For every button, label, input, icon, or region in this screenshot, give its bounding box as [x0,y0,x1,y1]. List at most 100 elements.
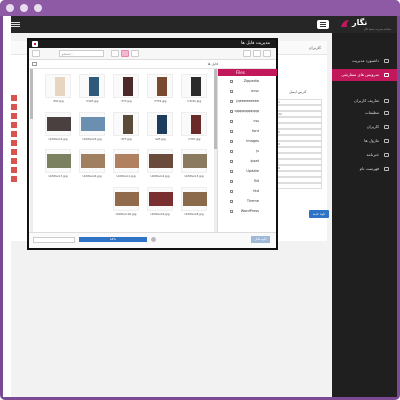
delete-icon[interactable] [11,95,17,101]
delete-icon[interactable] [11,140,17,146]
file-item[interactable]: ۱۹۲۳.jpg [111,111,141,146]
file-manager-dialog: مدیریت فایل ها جستجو... فایل ها Files Zi… [27,38,278,250]
file-thumbnail [79,74,105,98]
tree-item-label: Bit [254,179,259,183]
poster-image [123,77,133,96]
file-item[interactable]: Untitled-4.jpg [43,111,73,146]
file-name: Untitled-3.jpg [184,174,204,178]
delete-icon[interactable] [11,104,17,110]
list-icon [384,167,389,171]
user-menu-icon[interactable] [11,22,20,27]
sidebar-item-names[interactable]: فهرست نام [332,163,397,175]
tree-item[interactable]: font [218,128,277,135]
sidebar-item-label: خبرنامه [366,152,379,157]
tree-item[interactable]: Theme [218,198,277,205]
list-view-button[interactable] [131,50,139,57]
file-item[interactable]: ۱۸۵۴.jpg [145,111,175,146]
photo-image [149,191,173,206]
file-item[interactable]: Untitled-10.jpg [111,186,141,221]
sidebar-item-users[interactable]: کاربران [332,121,397,133]
file-item[interactable]: ۱۳۲۳۵.jpg [145,74,175,108]
grid-view-button[interactable] [121,50,129,57]
modules-icon [384,139,389,143]
sidebar-item-settings[interactable]: تنظیمات [332,107,397,119]
tree-item-label: ipset [250,159,259,163]
window-dot-minimize[interactable] [20,4,28,12]
tree-item[interactable]: Bit [218,178,277,185]
tree-item[interactable]: ecsc [218,88,277,95]
poster-image [55,77,65,96]
file-item[interactable]: ۱۲۵۶۵۶.jpg [179,74,209,108]
tree-item[interactable]: WordPress [218,208,277,215]
tree-item-label: css [253,119,259,123]
file-thumbnail [113,186,139,211]
file-item[interactable]: Untitled-3.jpg [179,149,209,183]
file-thumbnail [79,111,105,136]
tree-item[interactable]: jqeeeeeeeee [218,98,277,105]
photo-image [81,154,105,168]
file-item[interactable]: Untitled-9.jpg [145,186,175,221]
upload-button[interactable] [263,50,271,57]
tree-item[interactable]: js [218,148,277,155]
sidebar-item-dashboard[interactable]: داشبورد مدیریت [332,55,397,67]
file-item[interactable]: ۱۴۵۲.jpg [43,74,73,108]
tree-item[interactable]: images [218,138,277,145]
help-icon[interactable] [151,237,156,242]
delete-icon[interactable] [11,149,17,155]
file-item[interactable]: Untitled-5.jpg [77,111,107,146]
delete-icon[interactable] [11,122,17,128]
window-titlebar [0,0,400,16]
upload-file-button[interactable]: آپلود فایل [251,236,270,243]
tree-item[interactable]: htd [218,188,277,195]
window-dot-close[interactable] [6,4,14,12]
delete-icon[interactable] [11,113,17,119]
users-icon [384,99,389,103]
file-toolbar: جستجو... [29,48,276,60]
delete-icon[interactable] [11,131,17,137]
file-item[interactable]: Untitled-8.jpg [179,186,209,221]
delete-icon[interactable] [11,176,17,182]
file-item[interactable]: Untitled-7.jpg [43,149,73,183]
search-input[interactable]: جستجو... [59,50,104,57]
delete-icon[interactable] [11,158,17,164]
tree-item[interactable]: Zippedia [218,78,277,85]
tree-root[interactable]: Files [218,69,277,76]
sidebar-item-modules[interactable]: ماژول ها [332,135,397,147]
tree-item-label: font [252,129,259,133]
file-item[interactable]: ۱۳۶۳.jpg [111,74,141,108]
sidebar-item-custom-services[interactable]: سرویس های سفارشی [332,69,397,81]
tree-item-label: Theme [246,199,259,203]
sort-button[interactable] [111,50,119,57]
file-thumbnail [147,74,173,98]
selected-file-field[interactable] [33,237,75,243]
tree-item[interactable]: ipset [218,158,277,165]
file-item[interactable]: ۱۶۲۵۲.jpg [179,111,209,146]
file-item[interactable]: Untitled-1.jpg [111,149,141,183]
tree-item[interactable]: css [218,118,277,125]
search-icon[interactable] [32,50,40,57]
new-folder-button[interactable] [253,50,261,57]
photo-image [115,191,139,206]
file-item[interactable]: Untitled-6.jpg [77,149,107,183]
delete-icon[interactable] [11,167,17,173]
folder-tree: Files Zippedia ecsc jqeeeeeeeee qqqqqqqq… [217,69,277,232]
sidebar-item-user-definitions[interactable]: تعاریف کاربران [332,95,397,107]
refresh-button[interactable] [243,50,251,57]
file-item[interactable]: ۱۳۸۵۴.jpg [77,74,107,108]
photo-image [183,191,207,206]
grid-left-scrollbar[interactable] [30,69,33,232]
breadcrumb: فایل ها [29,60,276,69]
file-name: ۱۳۸۵۴.jpg [85,99,99,103]
sidebar-item-newsletter[interactable]: خبرنامه [332,149,397,161]
add-new-button[interactable]: تایید جدید [309,210,329,218]
tree-item-label: js [256,149,259,153]
tree-item[interactable]: qqqqqqqqqqq [218,108,277,115]
file-item[interactable]: Untitled-2.jpg [145,149,175,183]
file-name: ۱۳۶۳.jpg [120,99,132,103]
tree-item[interactable]: Update [218,168,277,175]
window-dot-maximize[interactable] [34,4,42,12]
menu-toggle-button[interactable] [317,20,329,29]
file-name: Untitled-10.jpg [115,211,137,216]
close-icon[interactable] [32,41,38,47]
file-thumbnail [181,74,207,98]
